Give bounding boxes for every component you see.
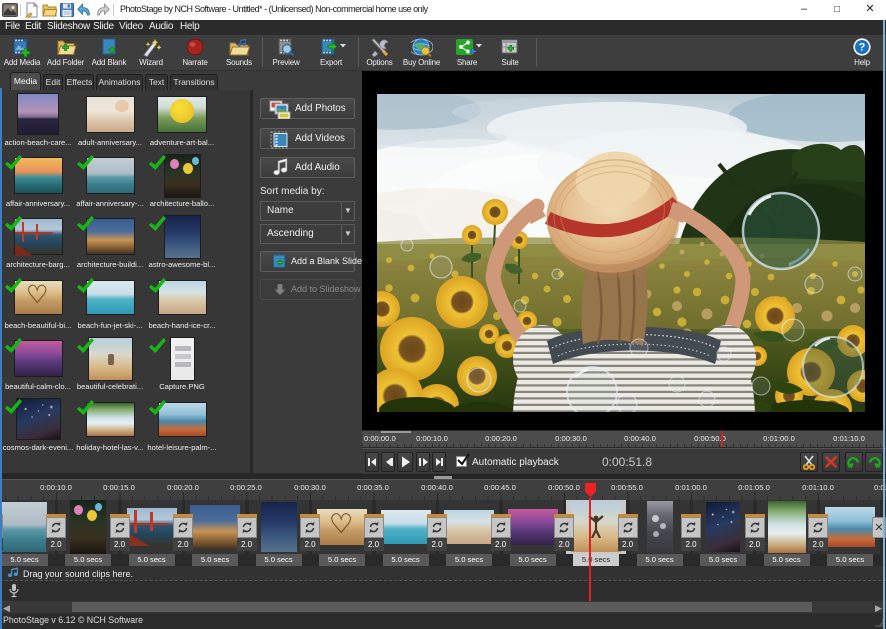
- svg-text:?: ?: [859, 42, 866, 54]
